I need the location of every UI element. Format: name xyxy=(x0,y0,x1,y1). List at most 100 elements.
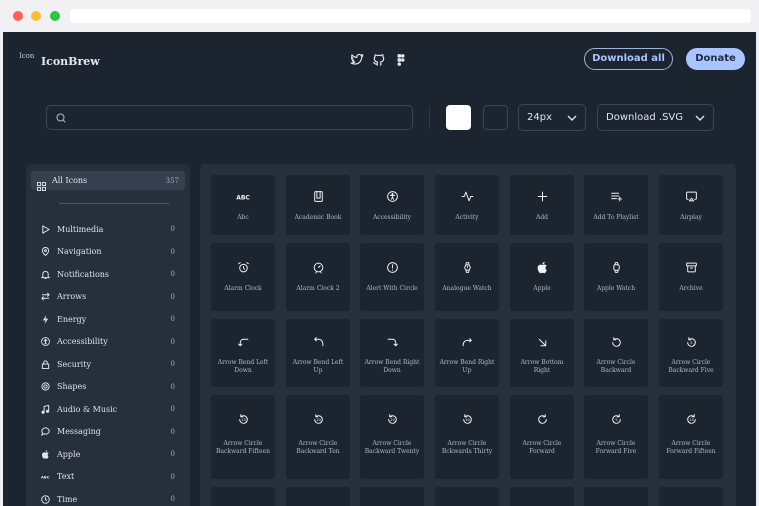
icon-card-activity[interactable]: Activity xyxy=(435,175,499,235)
apple-icon xyxy=(510,259,574,278)
search-input[interactable] xyxy=(46,105,413,130)
sidebar-item-energy[interactable]: Energy 0 xyxy=(26,308,190,331)
toolbar: 24px Download .SVG xyxy=(3,104,756,132)
figma-icon[interactable] xyxy=(394,52,408,66)
icon-card[interactable] xyxy=(360,487,424,506)
abc-icon: ABC xyxy=(211,188,275,207)
icon-card[interactable] xyxy=(510,487,574,506)
download-all-button[interactable]: Download all xyxy=(584,48,673,70)
icon-card-arrow-circle-backward-ten[interactable]: 10 Arrow Circle Backward Ten xyxy=(286,395,350,479)
icon-card-arrow-circle-bckwards-thirty[interactable]: 30 Arrow Circle Bckwards Thirty xyxy=(435,395,499,479)
sidebar-item-label: Multimedia xyxy=(57,224,104,234)
icon-card-arrow-circle-backward[interactable]: Arrow Circle Backward xyxy=(584,319,648,387)
icon-card-abc[interactable]: ABC Abc xyxy=(211,175,275,235)
sidebar-item-multimedia[interactable]: Multimedia 0 xyxy=(26,218,190,241)
twitter-icon[interactable] xyxy=(350,52,364,66)
icon-card-alert-with-circle[interactable]: Alert With Circle xyxy=(360,243,424,311)
icon-card-label: Analogue Watch xyxy=(442,285,492,292)
icon-card[interactable] xyxy=(211,487,275,506)
sidebar-item-count: 0 xyxy=(170,247,175,256)
sidebar-item-count: 0 xyxy=(170,337,175,346)
airplay-icon xyxy=(659,188,723,207)
icon-card-label: Arrow Circle Forward Five xyxy=(595,440,637,455)
apple-watch-icon xyxy=(584,259,648,278)
icon-card[interactable] xyxy=(435,487,499,506)
playlist-add-icon xyxy=(584,188,648,207)
github-icon[interactable] xyxy=(372,52,386,66)
sidebar-item-navigation[interactable]: Navigation 0 xyxy=(26,241,190,264)
brand[interactable]: Icon IconBrew xyxy=(19,52,100,70)
arrow-circle-backward-icon xyxy=(584,334,648,353)
sidebar-item-audio-music[interactable]: Audio & Music 0 xyxy=(26,398,190,421)
sidebar-item-text[interactable]: ABC Text 0 xyxy=(26,466,190,489)
icon-card-label: Arrow Bend Left Up xyxy=(292,359,344,374)
sidebar-item-all-icons[interactable]: All Icons 357 xyxy=(31,171,185,191)
icon-card-arrow-bend-left-down[interactable]: Arrow Bend Left Down xyxy=(211,319,275,387)
arrow-circle-backward-twenty-icon: 20 xyxy=(360,411,424,430)
apple-icon xyxy=(41,450,50,459)
book-icon xyxy=(286,188,350,207)
icon-card-arrow-bend-left-up[interactable]: Arrow Bend Left Up xyxy=(286,319,350,387)
icon-card-accessibility[interactable]: Accessibility xyxy=(360,175,424,235)
icon-card-archive[interactable]: Archive xyxy=(659,243,723,311)
icon-card-label: Arrow Circle Backward Five xyxy=(668,359,714,374)
size-select-value: 24px xyxy=(527,112,552,123)
foreground-color-swatch[interactable] xyxy=(446,105,471,130)
icon-card-apple[interactable]: Apple xyxy=(510,243,574,311)
maximize-window-button[interactable] xyxy=(50,11,60,21)
sidebar-item-label: Shapes xyxy=(57,382,87,392)
background-color-swatch[interactable] xyxy=(483,105,508,130)
address-bar[interactable] xyxy=(70,9,751,23)
close-window-button[interactable] xyxy=(13,11,23,21)
sidebar-item-shapes[interactable]: Shapes 0 xyxy=(26,376,190,399)
sidebar-item-apple[interactable]: Apple 0 xyxy=(26,443,190,466)
icon-card-label: Add xyxy=(535,214,548,221)
icon-card-arrow-circle-forward-five[interactable]: 5 Arrow Circle Forward Five xyxy=(584,395,648,479)
icon-card-alarm-clock-2[interactable]: Alarm Clock 2 xyxy=(286,243,350,311)
sidebar-item-label: Apple xyxy=(57,449,81,459)
icon-card-add-to-playlist[interactable]: Add To Playlist xyxy=(584,175,648,235)
icon-card-arrow-circle-forward-fifteen[interactable]: 15 Arrow Circle Forward Fifteen xyxy=(659,395,723,479)
sidebar-item-security[interactable]: Security 0 xyxy=(26,353,190,376)
sidebar-item-time[interactable]: Time 0 xyxy=(26,488,190,506)
icon-card[interactable] xyxy=(584,487,648,506)
icon-card-arrow-circle-forward[interactable]: Arrow Circle Forward xyxy=(510,395,574,479)
sidebar-item-count: 0 xyxy=(170,292,175,301)
icon-card-arrow-bottom-right[interactable]: Arrow Bottom Right xyxy=(510,319,574,387)
icon-card[interactable] xyxy=(286,487,350,506)
icon-card-label: Arrow Circle Backward Fifteen xyxy=(216,440,270,455)
sidebar-item-notifications[interactable]: Notifications 0 xyxy=(26,263,190,286)
icon-card-arrow-bend-right-down[interactable]: Arrow Bend Right Down xyxy=(360,319,424,387)
icon-card-arrow-circle-backward-five[interactable]: 5 Arrow Circle Backward Five xyxy=(659,319,723,387)
icon-card-label: Arrow Bend Right Up xyxy=(439,359,495,374)
sidebar-item-label: Notifications xyxy=(57,269,110,279)
icon-card-label: Arrow Bend Right Down xyxy=(364,359,420,374)
svg-text:10: 10 xyxy=(316,417,321,422)
sidebar-item-arrows[interactable]: Arrows 0 xyxy=(26,286,190,309)
download-format-select[interactable]: Download .SVG xyxy=(597,104,714,131)
sidebar-item-count: 0 xyxy=(170,225,175,234)
sidebar-item-count: 0 xyxy=(170,360,175,369)
download-format-value: Download .SVG xyxy=(606,112,684,123)
bolt-icon xyxy=(41,314,50,324)
sidebar-item-count: 0 xyxy=(170,472,175,481)
icon-card-label: Arrow Circle Backward Ten xyxy=(296,440,340,455)
icon-card[interactable] xyxy=(659,487,723,506)
icon-card-alarm-clock[interactable]: Alarm Clock xyxy=(211,243,275,311)
icon-card-airplay[interactable]: Airplay xyxy=(659,175,723,235)
donate-button[interactable]: Donate xyxy=(686,48,745,70)
icon-card-add[interactable]: Add xyxy=(510,175,574,235)
icon-card-arrow-bend-right-up[interactable]: Arrow Bend Right Up xyxy=(435,319,499,387)
icon-card-arrow-circle-backward-twenty[interactable]: 20 Arrow Circle Backward Twenty xyxy=(360,395,424,479)
sidebar-item-accessibility[interactable]: Accessibility 0 xyxy=(26,331,190,354)
sidebar-item-count: 0 xyxy=(170,382,175,391)
minimize-window-button[interactable] xyxy=(31,11,41,21)
size-select[interactable]: 24px xyxy=(518,104,586,131)
icon-grid: ABC Abc Academic Book Accessibility Activity… xyxy=(200,164,736,506)
icon-card-academic-book[interactable]: Academic Book xyxy=(286,175,350,235)
sidebar-item-messaging[interactable]: Messaging 0 xyxy=(26,421,190,444)
icon-card-apple-watch[interactable]: Apple Watch xyxy=(584,243,648,311)
icon-card-arrow-circle-backward-fifteen[interactable]: 15 Arrow Circle Backward Fifteen xyxy=(211,395,275,479)
swap-arrows-icon xyxy=(41,292,50,301)
icon-card-analogue-watch[interactable]: Analogue Watch xyxy=(435,243,499,311)
